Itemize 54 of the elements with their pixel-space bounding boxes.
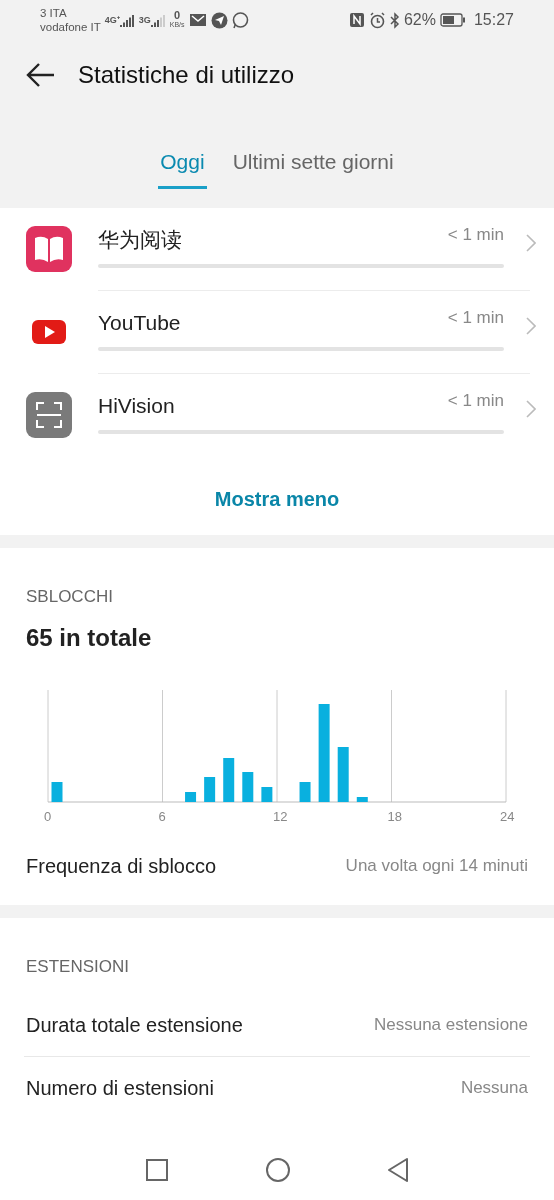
signal-icon xyxy=(150,13,166,27)
axis-label: 12 xyxy=(273,807,288,826)
usage-time: < 1 min xyxy=(447,307,504,329)
frequency-label: Frequenza di sblocco xyxy=(26,853,217,879)
tab[interactable]: Oggi xyxy=(158,142,207,189)
setting-label: Numero di estensioni xyxy=(26,1075,214,1101)
screen-title: Statistiche di utilizzo xyxy=(78,60,295,90)
axis-label: 0 xyxy=(44,807,52,826)
home-icon[interactable] xyxy=(265,1157,291,1183)
mail-icon xyxy=(188,12,207,28)
setting-value: Nessuna estensione xyxy=(373,1013,528,1036)
clock: 15:27 xyxy=(473,10,514,30)
setting-label: Durata totale estensione xyxy=(26,1012,243,1038)
axis-label: 6 xyxy=(158,807,166,826)
section-heading: SBLOCCHI xyxy=(25,586,114,608)
app-name: HiVision xyxy=(98,393,175,419)
usage-time: < 1 min xyxy=(447,390,504,412)
setting-value: Nessuna xyxy=(460,1076,528,1099)
battery-icon xyxy=(439,13,466,27)
chart-bar xyxy=(356,796,368,802)
network-type-label: 3G xyxy=(138,13,151,27)
scan-icon xyxy=(26,392,72,438)
back-icon[interactable] xyxy=(26,63,56,87)
usage-time: < 1 min xyxy=(447,224,504,246)
signal-icon xyxy=(119,13,135,27)
chart-bar xyxy=(185,791,197,802)
chart-bar xyxy=(261,786,273,802)
chart-bar xyxy=(337,746,349,802)
app-name: 华为阅读 xyxy=(98,227,182,253)
axis-label: 18 xyxy=(387,807,402,826)
show-less-link[interactable]: Mostra meno xyxy=(206,476,348,522)
carrier-name: 3 ITA xyxy=(40,6,68,20)
axis-label: 24 xyxy=(500,807,515,826)
alarm-icon xyxy=(368,11,386,29)
send-icon xyxy=(210,11,228,29)
recents-icon[interactable] xyxy=(145,1158,169,1182)
bluetooth-icon xyxy=(389,11,400,29)
chart-bar xyxy=(299,781,311,802)
nfc-icon xyxy=(348,12,365,28)
book-icon xyxy=(26,226,72,272)
frequency-value: Una volta ogni 14 minuti xyxy=(345,854,528,877)
chart-bar xyxy=(51,781,63,802)
unlock-total: 65 in totale xyxy=(25,622,153,653)
carrier-name: vodafone IT xyxy=(40,20,101,34)
network-type-label: 4G⁺ xyxy=(104,13,120,27)
section-heading: ESTENSIONI xyxy=(25,956,130,978)
chart-bar xyxy=(204,776,216,802)
chart-bar xyxy=(242,771,254,802)
app-name: YouTube xyxy=(98,310,181,336)
speed-value: 0 xyxy=(174,11,181,20)
tab[interactable]: Ultimi sette giorni xyxy=(230,142,396,186)
battery-percentage: 62% xyxy=(403,10,436,30)
chat-icon xyxy=(231,11,249,29)
chart-bar xyxy=(223,757,235,802)
